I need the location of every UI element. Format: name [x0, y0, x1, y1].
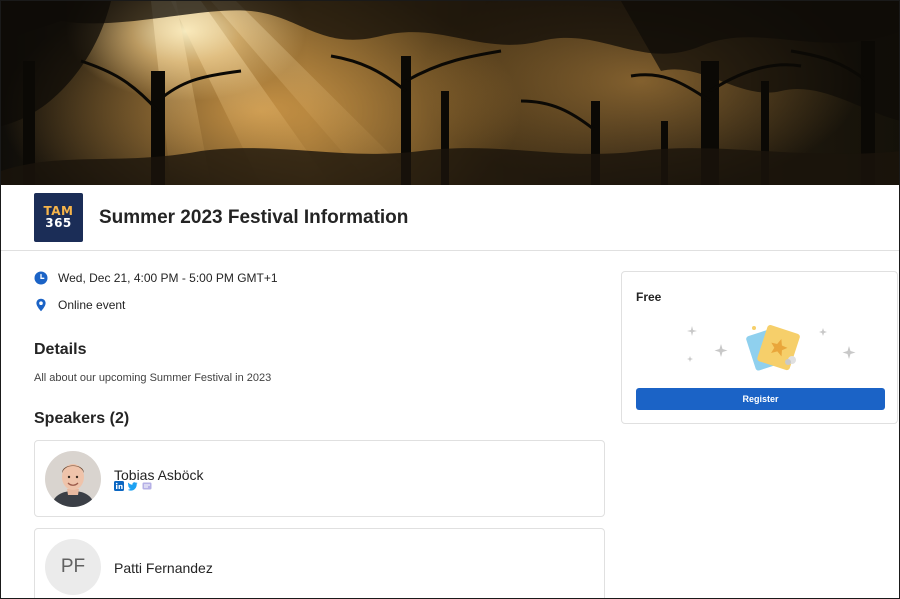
event-header: TAM 365 Summer 2023 Festival Information	[1, 185, 899, 251]
event-page: TAM 365 Summer 2023 Festival Information…	[0, 0, 900, 599]
hero-banner-image	[1, 1, 899, 185]
speaker-social-links	[114, 481, 152, 491]
location-pin-icon	[34, 298, 48, 312]
speaker-name: Patti Fernandez	[114, 560, 213, 576]
twitter-icon[interactable]	[128, 481, 138, 491]
speaker-avatar	[45, 451, 101, 507]
speakers-heading: Speakers (2)	[34, 410, 130, 427]
event-location-row: Online event	[34, 298, 125, 312]
speaker-avatar-initials: PF	[45, 539, 101, 595]
registration-card: Free Register	[621, 271, 898, 424]
register-button[interactable]: Register	[636, 388, 885, 410]
page-title: Summer 2023 Festival Information	[99, 207, 409, 228]
web-icon[interactable]	[142, 481, 152, 491]
speaker-card[interactable]: PF Patti Fernandez	[34, 528, 605, 598]
event-location: Online event	[58, 298, 126, 312]
ticket-price: Free	[636, 290, 662, 304]
event-datetime-row: Wed, Dec 21, 4:00 PM - 5:00 PM GMT+1	[34, 271, 278, 285]
logo-text-bottom: 365	[45, 215, 72, 230]
organizer-logo: TAM 365	[34, 193, 83, 242]
event-datetime: Wed, Dec 21, 4:00 PM - 5:00 PM GMT+1	[58, 271, 278, 285]
linkedin-icon[interactable]	[114, 481, 124, 491]
speaker-card[interactable]: Tobias Asböck	[34, 440, 605, 517]
ticket-illustration	[682, 318, 862, 383]
details-heading: Details	[34, 341, 87, 358]
clock-icon	[34, 271, 48, 285]
event-description: All about our upcoming Summer Festival i…	[34, 372, 272, 384]
